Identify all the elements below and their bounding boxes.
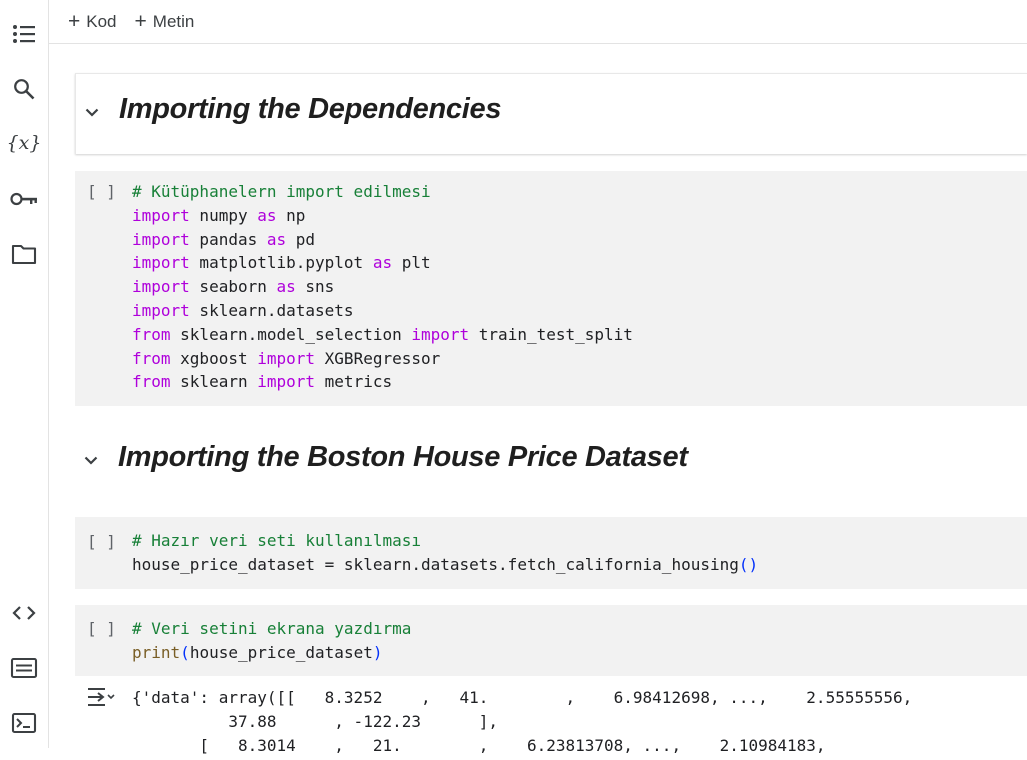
code-line: import sklearn.datasets (132, 300, 354, 320)
output-line: {'data': array([[ 8.3252 , 41. , 6.98412… (132, 688, 913, 707)
folder-icon[interactable] (4, 234, 44, 274)
run-cell-button[interactable]: [ ] (87, 182, 116, 201)
code-line: from sklearn import metrics (132, 372, 393, 392)
cell-output: {'data': array([[ 8.3252 , 41. , 6.98412… (75, 680, 1027, 760)
output-collapse-icon[interactable] (87, 685, 115, 714)
code-cell-3[interactable]: [ ] # Veri setini ekrana yazdırma print(h… (75, 605, 1027, 676)
code-line: print(house_price_dataset) (132, 642, 383, 662)
add-code-button[interactable]: + Kod (68, 11, 117, 32)
terminal-icon[interactable] (4, 703, 44, 743)
code-line: from sklearn.model_selection import trai… (132, 324, 633, 344)
plus-icon: + (134, 10, 147, 33)
run-cell-button[interactable]: [ ] (87, 532, 116, 551)
plus-icon: + (68, 10, 81, 33)
output-text: {'data': array([[ 8.3252 , 41. , 6.98412… (132, 686, 912, 757)
code-comment: # Kütüphanelern import edilmesi (132, 182, 431, 201)
code-line: import matplotlib.pyplot as plt (132, 253, 431, 273)
code-editor[interactable]: # Hazır veri seti kullanılması house_pric… (132, 529, 758, 577)
output-line: 37.88 , -122.23 ], (132, 711, 499, 731)
text-cell-heading-2[interactable]: Importing the Boston House Price Dataset (75, 422, 1027, 500)
variables-icon[interactable]: {x} (4, 123, 44, 163)
section-title: Importing the Dependencies (119, 93, 502, 125)
search-icon[interactable] (4, 69, 44, 109)
section-title: Importing the Boston House Price Dataset (118, 441, 688, 473)
code-cell-1[interactable]: [ ] # Kütüphanelern import edilmesi impor… (75, 171, 1027, 406)
add-text-button[interactable]: + Metin (135, 11, 195, 32)
chevron-down-icon[interactable] (79, 448, 103, 472)
code-cell-2[interactable]: [ ] # Hazır veri seti kullanılması house_… (75, 517, 1027, 589)
code-snippets-icon[interactable] (4, 593, 44, 633)
chevron-down-icon[interactable] (80, 100, 104, 124)
code-line: house_price_dataset = sklearn.datasets.f… (132, 554, 759, 574)
code-line: import numpy as np (132, 205, 306, 225)
code-editor[interactable]: # Kütüphanelern import edilmesi import nu… (132, 180, 633, 394)
add-code-label: Kod (86, 11, 117, 31)
code-line: import seaborn as sns (132, 277, 335, 297)
notebook-toolbar: + Kod + Metin (49, 0, 1027, 44)
code-comment: # Veri setini ekrana yazdırma (132, 619, 412, 638)
code-comment: # Hazır veri seti kullanılması (132, 531, 421, 550)
toc-icon[interactable] (4, 14, 44, 54)
command-palette-icon[interactable] (4, 648, 44, 688)
add-text-label: Metin (152, 11, 195, 31)
code-line: from xgboost import XGBRegressor (132, 348, 441, 368)
output-line: [ 8.3014 , 21. , 6.23813708, ..., 2.1098… (132, 735, 826, 755)
text-cell-heading-1[interactable]: Importing the Dependencies (75, 73, 1027, 154)
key-icon[interactable] (4, 179, 44, 219)
left-sidebar: {x} (0, 0, 49, 748)
code-editor[interactable]: # Veri setini ekrana yazdırma print(house… (132, 617, 411, 665)
code-line: import pandas as pd (132, 229, 316, 249)
run-cell-button[interactable]: [ ] (87, 619, 116, 638)
